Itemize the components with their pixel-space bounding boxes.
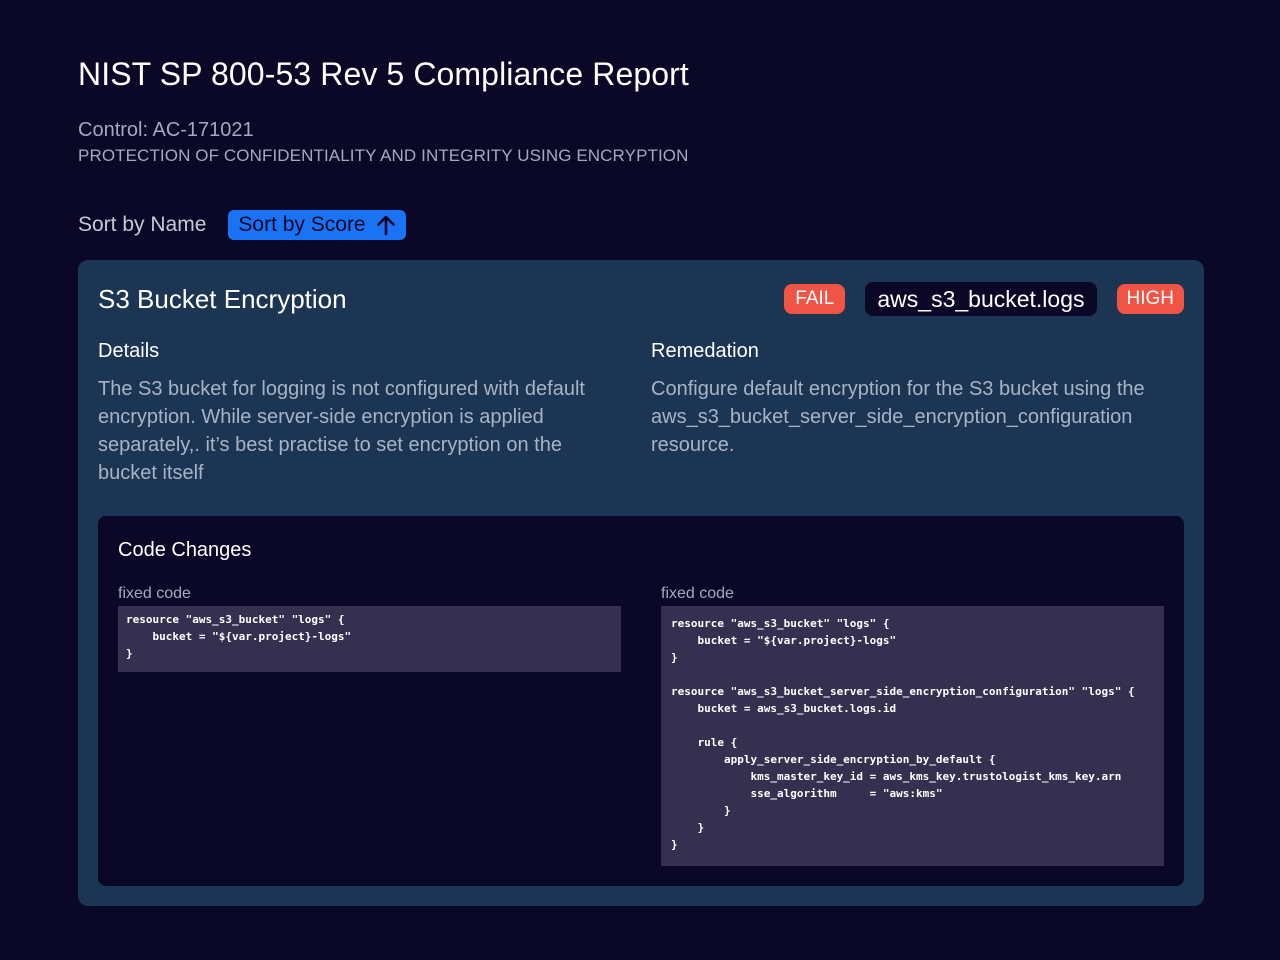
control-name: PROTECTION OF CONFIDENTIALITY AND INTEGR… xyxy=(78,146,689,165)
sort-by-score-button[interactable]: Sort by Score xyxy=(228,210,406,240)
remediation-text: Configure default encryption for the S3 … xyxy=(651,378,1145,456)
right-code-label: fixed code xyxy=(661,585,734,602)
finding-title: S3 Bucket Encryption xyxy=(98,284,347,314)
sort-controls: Sort by Name Sort by Score xyxy=(78,210,406,240)
status-badge: FAIL xyxy=(784,284,846,314)
right-code-block[interactable]: resource "aws_s3_bucket" "logs" { bucket… xyxy=(661,606,1164,866)
code-changes-title: Code Changes xyxy=(118,539,252,561)
details-heading: Details xyxy=(98,340,160,362)
finding-card: S3 Bucket Encryption FAIL aws_s3_bucket.… xyxy=(78,260,1204,906)
control-id: Control: AC-171021 xyxy=(78,119,254,141)
details-text: The S3 bucket for logging is not configu… xyxy=(98,378,585,484)
code-changes-panel: Code Changes fixed code fixed code resou… xyxy=(98,516,1184,886)
left-code-label: fixed code xyxy=(118,585,191,602)
sort-by-score-label: Sort by Score xyxy=(238,213,366,236)
page-title: NIST SP 800-53 Rev 5 Compliance Report xyxy=(78,56,689,92)
left-code-block[interactable]: resource "aws_s3_bucket" "logs" { bucket… xyxy=(118,606,621,672)
remediation-heading: Remedation xyxy=(651,340,759,362)
finding-badges: FAIL aws_s3_bucket.logs HIGH xyxy=(784,282,1184,316)
arrow-up-icon xyxy=(376,214,396,236)
severity-badge: HIGH xyxy=(1116,284,1184,314)
sort-by-name-button[interactable]: Sort by Name xyxy=(78,213,206,237)
resource-badge: aws_s3_bucket.logs xyxy=(865,282,1097,316)
compliance-report-page: NIST SP 800-53 Rev 5 Compliance Report C… xyxy=(0,0,1280,960)
